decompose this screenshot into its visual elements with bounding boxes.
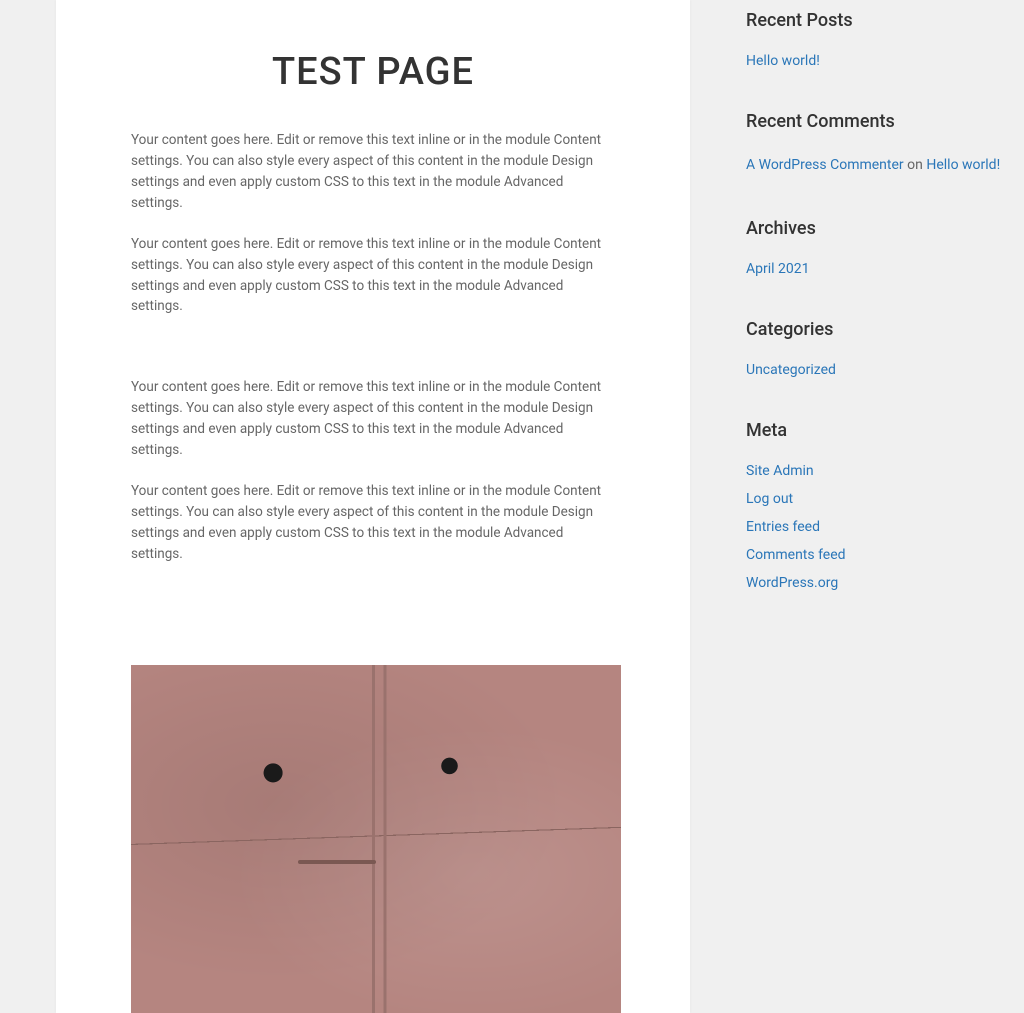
widget-title: Categories: [746, 319, 1006, 340]
meta-link-entries-feed[interactable]: Entries feed: [746, 519, 1006, 535]
category-link[interactable]: Uncategorized: [746, 362, 1006, 378]
meta-link-comments-feed[interactable]: Comments feed: [746, 547, 1006, 563]
archive-link[interactable]: April 2021: [746, 261, 1006, 277]
widget-title: Recent Posts: [746, 10, 1006, 31]
recent-comments-widget: Recent Comments A WordPress Commenter on…: [746, 111, 1006, 176]
widget-title: Archives: [746, 218, 1006, 239]
recent-posts-widget: Recent Posts Hello world!: [746, 10, 1006, 69]
page-title: TEST PAGE: [131, 50, 615, 94]
widget-title: Recent Comments: [746, 111, 1006, 132]
sidebar: Recent Posts Hello world! Recent Comment…: [746, 0, 1006, 1013]
on-text: on: [904, 157, 927, 173]
meta-link-site-admin[interactable]: Site Admin: [746, 463, 1006, 479]
categories-widget: Categories Uncategorized: [746, 319, 1006, 378]
widget-title: Meta: [746, 420, 1006, 441]
content-paragraph: Your content goes here. Edit or remove t…: [131, 377, 615, 461]
content-spacer: [131, 585, 615, 645]
main-content: TEST PAGE Your content goes here. Edit o…: [56, 0, 690, 1013]
comment-post-link[interactable]: Hello world!: [926, 157, 1000, 173]
meta-link-wordpress-org[interactable]: WordPress.org: [746, 575, 1006, 591]
content-paragraph: Your content goes here. Edit or remove t…: [131, 234, 615, 318]
recent-comment-entry: A WordPress Commenter on Hello world!: [746, 154, 1006, 176]
content-paragraph: Your content goes here. Edit or remove t…: [131, 130, 615, 214]
meta-link-log-out[interactable]: Log out: [746, 491, 1006, 507]
archives-widget: Archives April 2021: [746, 218, 1006, 277]
hero-image: [131, 665, 621, 1013]
recent-post-link[interactable]: Hello world!: [746, 53, 1006, 69]
content-spacer: [131, 337, 615, 377]
meta-widget: Meta Site Admin Log out Entries feed Com…: [746, 420, 1006, 591]
commenter-link[interactable]: A WordPress Commenter: [746, 157, 904, 173]
content-paragraph: Your content goes here. Edit or remove t…: [131, 481, 615, 565]
